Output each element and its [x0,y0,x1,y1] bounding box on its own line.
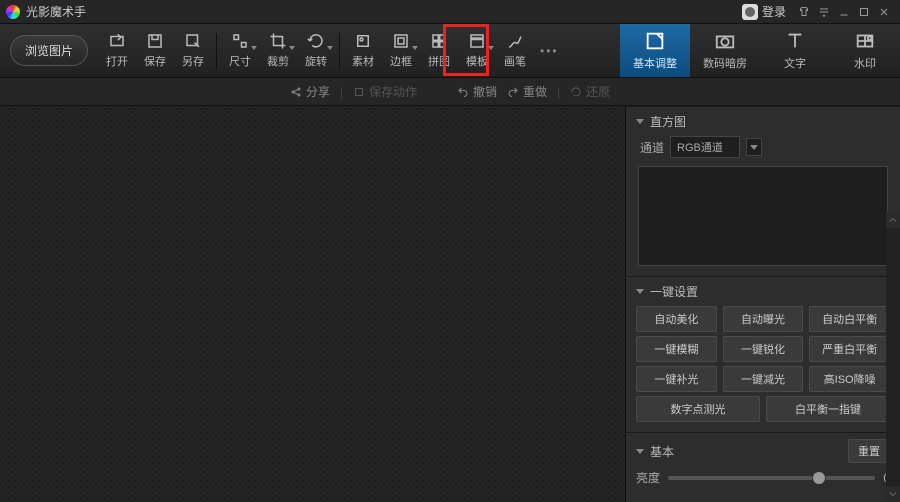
shirt-icon[interactable] [794,4,814,20]
channel-label: 通道 [640,139,664,156]
onekey-dim-button[interactable]: 一键减光 [723,366,804,392]
close-button[interactable] [874,4,894,20]
caret-down-icon [636,449,644,454]
save-action-button[interactable]: 保存动作 [353,83,417,100]
minimize-button[interactable] [834,4,854,20]
channel-dropdown-button[interactable] [746,138,762,156]
app-logo-icon [6,5,20,19]
save-as-icon [184,32,202,50]
material-icon [354,32,372,50]
camera-icon [714,30,736,52]
maximize-button[interactable] [854,4,874,20]
share-button[interactable]: 分享 [290,83,330,100]
chevron-down-icon [289,46,295,50]
open-button[interactable]: 打开 [98,32,136,69]
caret-down-icon [636,289,644,294]
reset-button[interactable]: 重置 [848,439,890,463]
image-canvas[interactable] [0,106,626,502]
chevron-down-icon [750,145,758,150]
app-title: 光影魔术手 [26,3,86,20]
size-icon [231,32,249,50]
more-tools-button[interactable]: ••• [534,44,565,58]
template-button[interactable]: 模板 [458,32,496,69]
slider-thumb[interactable] [813,472,825,484]
file-tools-group: 打开 保存 另存 [98,32,212,69]
watermark-icon [854,30,876,52]
tab-watermark[interactable]: 水印 [830,24,900,77]
tab-basic-adjust[interactable]: 基本调整 [620,24,690,77]
open-icon [108,32,126,50]
panel-scrollbar[interactable] [886,212,900,502]
collage-icon [430,32,448,50]
tab-text[interactable]: 文字 [760,24,830,77]
onekey-blur-button[interactable]: 一键模糊 [636,336,717,362]
save-button[interactable]: 保存 [136,32,174,69]
high-iso-denoise-button[interactable]: 高ISO降噪 [809,366,890,392]
onekey-sharpen-button[interactable]: 一键锐化 [723,336,804,362]
scroll-up-icon[interactable] [886,212,900,228]
size-button[interactable]: 尺寸 [221,32,259,69]
chevron-down-icon [327,46,333,50]
redo-button[interactable]: 重做 [507,83,547,100]
frame-icon [392,32,410,50]
caret-down-icon [636,119,644,124]
login-button[interactable]: 登录 [742,3,786,20]
undo-button[interactable]: 撤销 [457,83,497,100]
tab-darkroom[interactable]: 数码暗房 [690,24,760,77]
browse-images-button[interactable]: 浏览图片 [10,35,88,66]
decor-tools-group: 素材 边框 拼图 模板 画笔 ••• [344,32,565,69]
channel-select[interactable]: RGB通道 [670,136,740,158]
histogram-section-toggle[interactable]: 直方图 [636,113,890,130]
save-icon [146,32,164,50]
auto-beautify-button[interactable]: 自动美化 [636,306,717,332]
menu-dropdown-icon[interactable] [814,4,834,20]
onekey-section-toggle[interactable]: 一键设置 [636,283,890,300]
collage-button[interactable]: 拼图 [420,32,458,69]
auto-whitebalance-button[interactable]: 自动白平衡 [809,306,890,332]
strict-whitebalance-button[interactable]: 严重白平衡 [809,336,890,362]
user-icon [742,4,758,20]
save-as-button[interactable]: 另存 [174,32,212,69]
crop-icon [269,32,287,50]
histogram-display [638,166,888,266]
adjust-icon [644,30,666,52]
material-button[interactable]: 素材 [344,32,382,69]
chevron-down-icon [412,46,418,50]
crop-button[interactable]: 裁剪 [259,32,297,69]
template-icon [468,32,486,50]
rotate-icon [307,32,325,50]
text-icon [784,30,806,52]
whitebalance-onekey-button[interactable]: 白平衡一指键 [766,396,890,422]
basic-section-toggle[interactable]: 基本 重置 [636,439,890,463]
scroll-down-icon[interactable] [886,486,900,502]
login-label: 登录 [762,3,786,20]
onekey-filllight-button[interactable]: 一键补光 [636,366,717,392]
chevron-down-icon [251,46,257,50]
brightness-label: 亮度 [636,469,660,486]
chevron-down-icon [488,46,494,50]
adjust-panel: 直方图 通道 RGB通道 一键设置 自动美化 自动曝光 自动白平衡 [626,106,900,502]
restore-button[interactable]: 还原 [570,83,610,100]
rotate-button[interactable]: 旋转 [297,32,335,69]
edit-tools-group: 尺寸 裁剪 旋转 [221,32,335,69]
frame-button[interactable]: 边框 [382,32,420,69]
spot-metering-button[interactable]: 数字点测光 [636,396,760,422]
brush-icon [506,32,524,50]
brightness-slider[interactable] [668,476,875,480]
auto-exposure-button[interactable]: 自动曝光 [723,306,804,332]
brush-button[interactable]: 画笔 [496,32,534,69]
